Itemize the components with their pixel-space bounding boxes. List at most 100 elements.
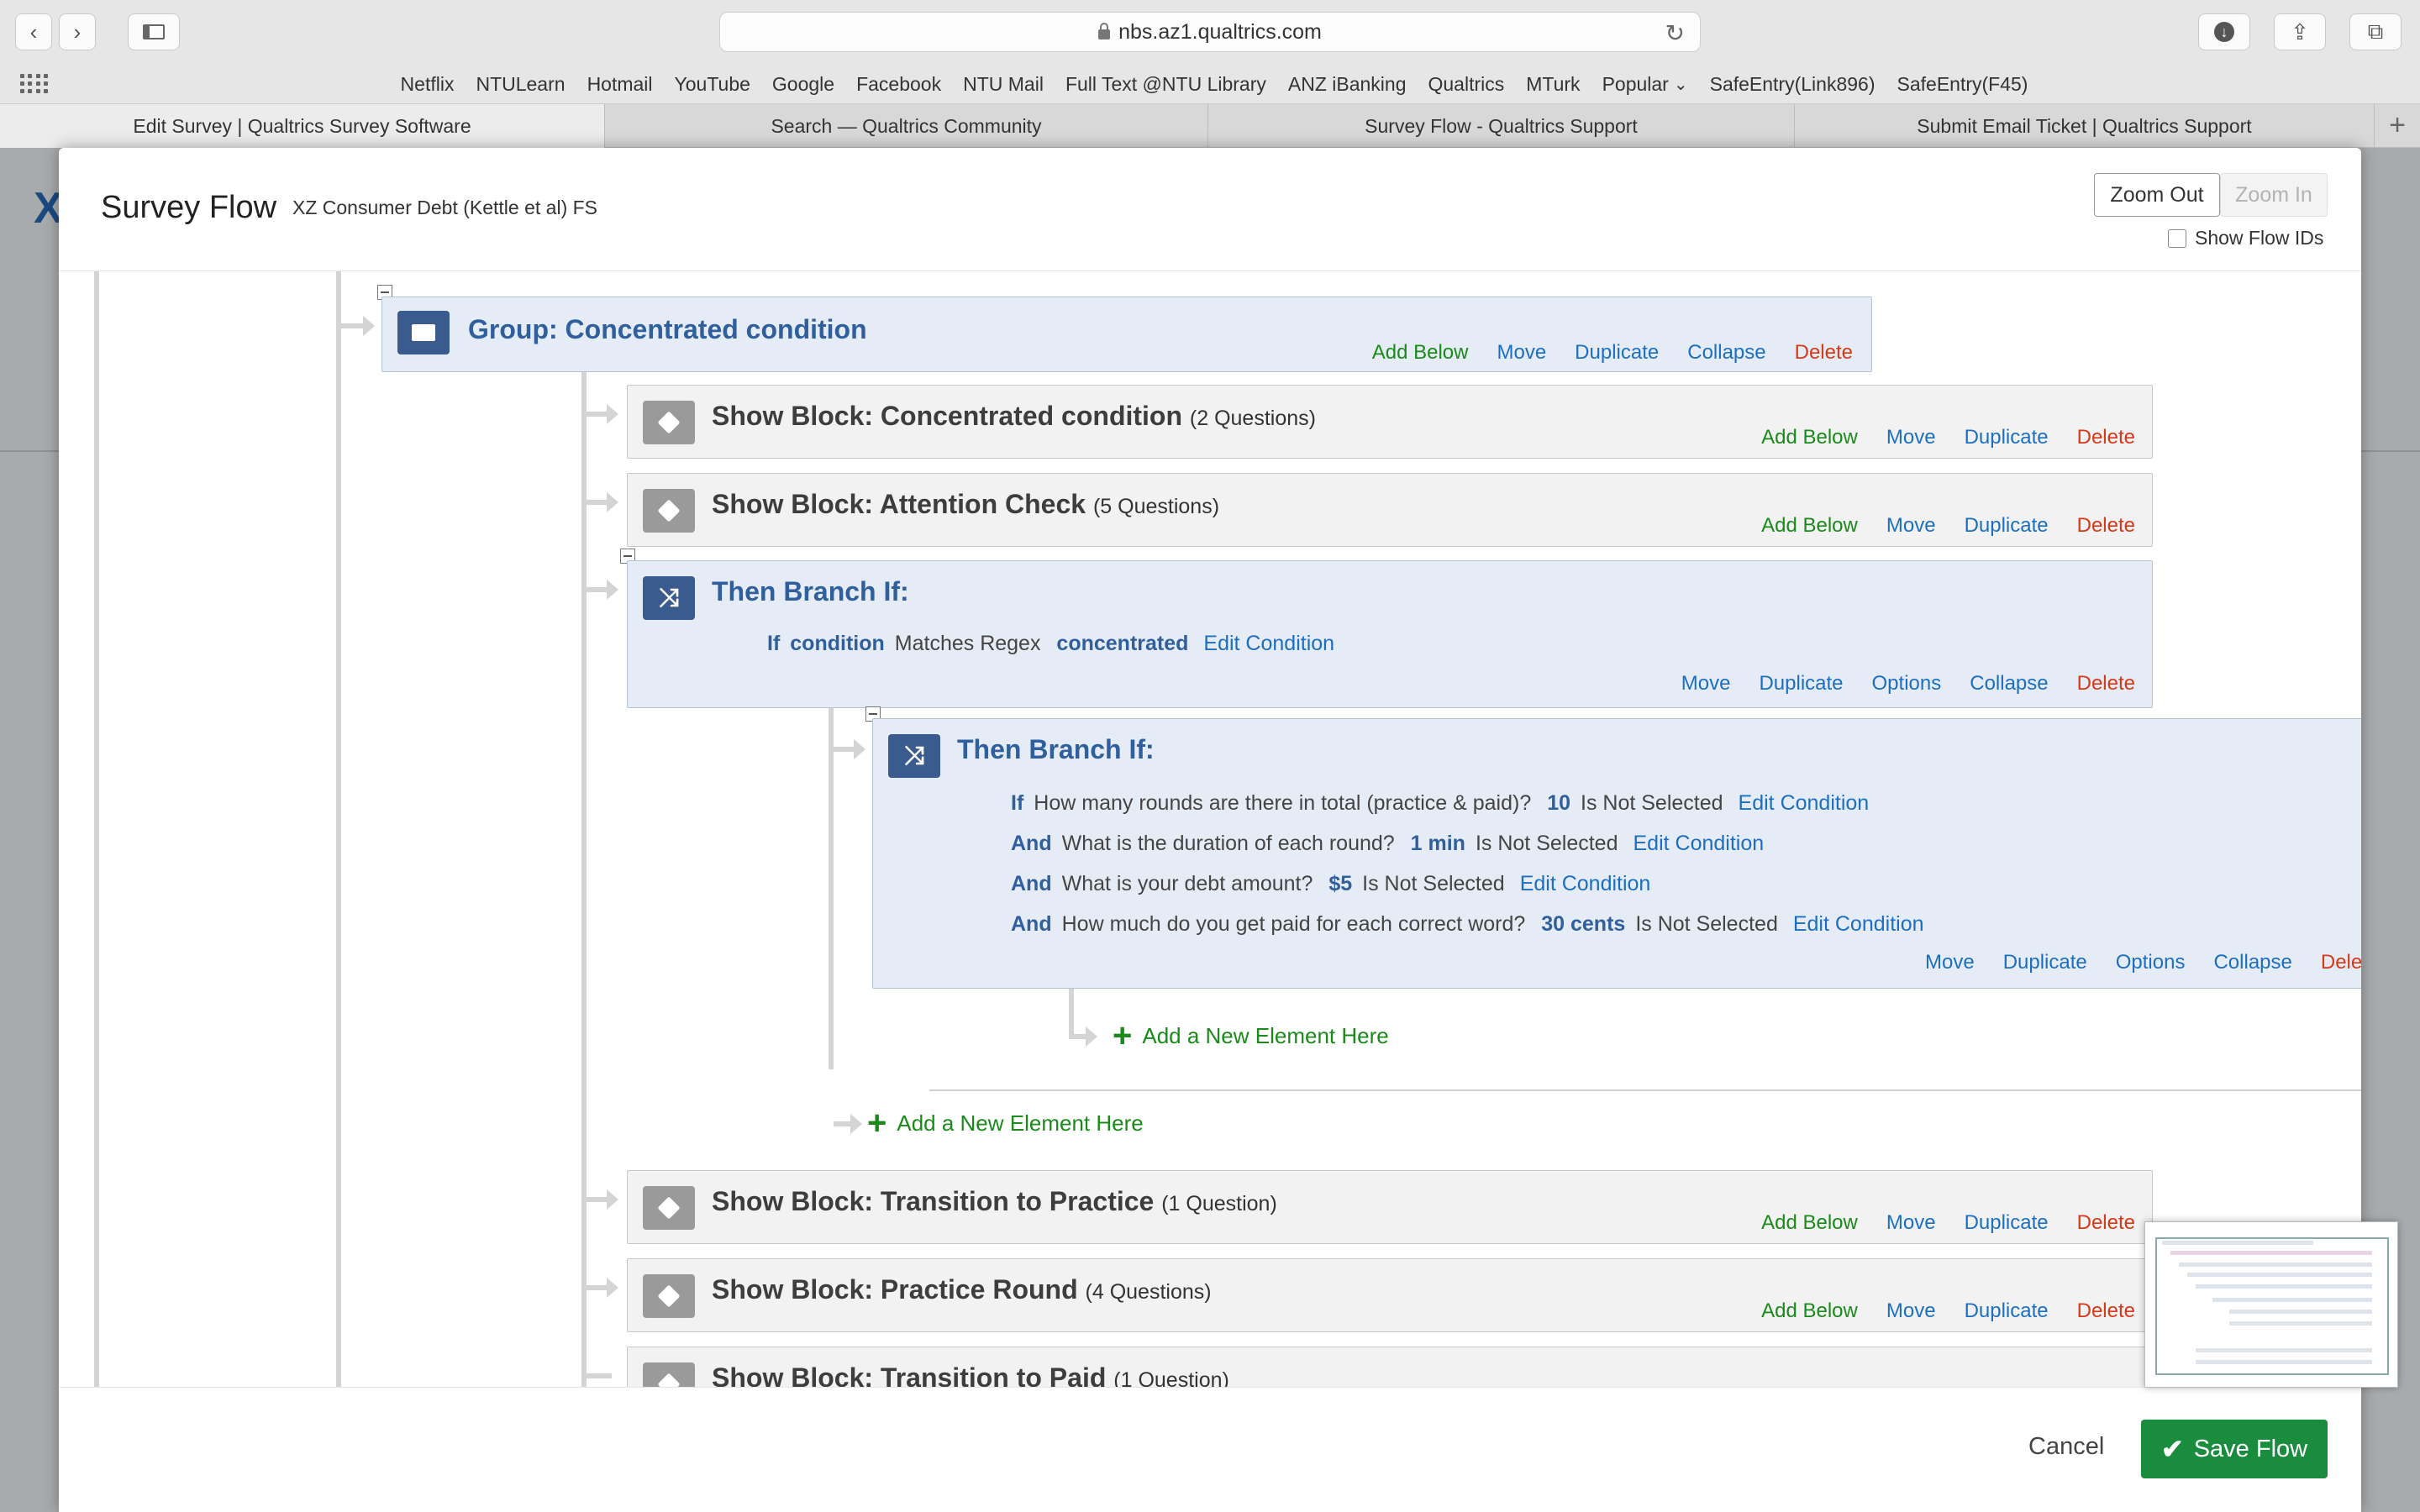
edit-condition-link[interactable]: Edit Condition [1739, 791, 1870, 815]
branch-condition: And What is the duration of each round? 1… [1011, 832, 1765, 855]
favorite-link[interactable]: SafeEntry(F45) [1897, 73, 2028, 96]
branch-condition: And What is your debt amount? $5 Is Not Se… [1011, 872, 1651, 895]
add-new-element-button[interactable]: + Add a New Element Here [1113, 1019, 1389, 1053]
new-tab-button[interactable]: + [2375, 104, 2420, 147]
block-title: Show Block: Attention Check (5 Questions… [712, 489, 1220, 519]
chevron-down-icon: ⌄ [1673, 75, 1688, 94]
flow-arrow-icon [607, 404, 618, 424]
move-button[interactable]: Move [1886, 426, 1936, 449]
flow-minimap[interactable] [2144, 1221, 2398, 1388]
duplicate-button[interactable]: Duplicate [1965, 1299, 2049, 1323]
move-button[interactable]: Move [1497, 341, 1546, 365]
duplicate-button[interactable]: Duplicate [2003, 951, 2087, 974]
favorite-link[interactable]: Google [772, 73, 834, 96]
tab-email-ticket[interactable]: Submit Email Ticket | Qualtrics Support [1795, 104, 2375, 148]
group-title: Group: Concentrated condition [468, 314, 867, 344]
downloads-button[interactable]: ↓ [2198, 13, 2250, 50]
collapse-button[interactable]: Collapse [2213, 951, 2291, 974]
delete-button[interactable]: Delete [2077, 672, 2135, 696]
branch-condition: If condition Matches Regex concentrated Edi… [767, 632, 1335, 655]
flow-line [1069, 989, 1074, 1039]
branch-condition: And How much do you get paid for each cor… [1011, 912, 1924, 936]
add-below-button[interactable]: Add Below [1761, 426, 1858, 449]
delete-button[interactable]: Delete [2077, 1211, 2135, 1235]
sidebar-toggle-button[interactable] [128, 13, 180, 50]
delete-button[interactable]: Delete [2077, 426, 2135, 449]
tab-qualtrics-community[interactable]: Search — Qualtrics Community [605, 104, 1208, 148]
share-button[interactable]: ⇪ [2274, 13, 2326, 50]
favorite-link[interactable]: Hotmail [587, 73, 653, 96]
edit-condition-link[interactable]: Edit Condition [1633, 832, 1764, 855]
download-icon: ↓ [2214, 22, 2234, 42]
collapse-button[interactable]: Collapse [1970, 672, 2048, 696]
duplicate-button[interactable]: Duplicate [1965, 514, 2049, 538]
move-button[interactable]: Move [1681, 672, 1731, 696]
flow-arrow-icon [854, 739, 865, 759]
delete-button[interactable]: Delete [1795, 341, 1853, 365]
duplicate-button[interactable]: Duplicate [1575, 341, 1659, 365]
edit-condition-link[interactable]: Edit Condition [1203, 632, 1334, 655]
flow-line [581, 372, 587, 1387]
reload-icon[interactable]: ↻ [1665, 19, 1685, 47]
favorite-link[interactable]: ANZ iBanking [1288, 73, 1407, 96]
tab-edit-survey[interactable]: Edit Survey | Qualtrics Survey Software [0, 104, 605, 148]
flow-canvas[interactable]: Group: Concentrated condition Add Below … [59, 270, 2361, 1388]
delete-button[interactable]: Delete [2077, 1299, 2135, 1323]
add-below-button[interactable]: Add Below [1372, 341, 1469, 365]
address-bar[interactable]: nbs.az1.qualtrics.com ↻ [719, 12, 1701, 52]
move-button[interactable]: Move [1886, 1299, 1936, 1323]
flow-connector [587, 1373, 612, 1378]
edit-condition-link[interactable]: Edit Condition [1793, 912, 1924, 936]
favorite-link[interactable]: Full Text @NTU Library [1065, 73, 1266, 96]
show-flow-ids-label: Show Flow IDs [2195, 227, 2324, 249]
branch-icon: ⤨ [643, 576, 695, 620]
delete-button[interactable]: Dele [2321, 951, 2361, 974]
favorite-link[interactable]: YouTube [675, 73, 750, 96]
flow-connector [1069, 1034, 1087, 1039]
favorite-link[interactable]: MTurk [1526, 73, 1580, 96]
edit-condition-link[interactable]: Edit Condition [1520, 872, 1651, 895]
duplicate-button[interactable]: Duplicate [1759, 672, 1843, 696]
cancel-button[interactable]: Cancel [2028, 1433, 2104, 1461]
duplicate-button[interactable]: Duplicate [1965, 1211, 2049, 1235]
delete-button[interactable]: Delete [2077, 514, 2135, 538]
block-cube-icon [643, 401, 695, 444]
favorite-link[interactable]: Qualtrics [1428, 73, 1505, 96]
add-below-button[interactable]: Add Below [1761, 1299, 1858, 1323]
branch-title: Then Branch If: [712, 576, 909, 606]
add-below-button[interactable]: Add Below [1761, 1211, 1858, 1235]
branch-element: ⤨ Then Branch If: If How many rounds are … [872, 718, 2361, 989]
forward-button[interactable]: › [59, 13, 96, 50]
favorites-bar: Netflix NTULearn Hotmail YouTube Google Faceb… [0, 64, 2420, 104]
save-flow-button[interactable]: ✔ Save Flow [2141, 1420, 2328, 1478]
move-button[interactable]: Move [1925, 951, 1975, 974]
favorite-link[interactable]: SafeEntry(Link896) [1710, 73, 1876, 96]
flow-arrow-icon [607, 580, 618, 600]
add-new-element-button[interactable]: + Add a New Element Here [867, 1106, 1144, 1140]
add-below-button[interactable]: Add Below [1761, 514, 1858, 538]
favorite-link[interactable]: Facebook [856, 73, 941, 96]
favorite-link[interactable]: NTU Mail [963, 73, 1044, 96]
minimap-viewport[interactable] [2155, 1237, 2389, 1375]
block-actions: Add Below Move Duplicate Delete [1761, 1299, 2135, 1323]
collapse-button[interactable]: Collapse [1687, 341, 1765, 365]
show-flow-ids-checkbox[interactable] [2168, 228, 2186, 248]
flow-line [829, 708, 834, 1069]
options-button[interactable]: Options [1872, 672, 1942, 696]
favorite-link[interactable]: Popular [1602, 73, 1669, 96]
duplicate-button[interactable]: Duplicate [1965, 426, 2049, 449]
zoom-out-button[interactable]: Zoom Out [2094, 173, 2220, 217]
back-button[interactable]: ‹ [15, 13, 52, 50]
options-button[interactable]: Options [2116, 951, 2186, 974]
zoom-in-button[interactable]: Zoom In [2220, 173, 2328, 217]
move-button[interactable]: Move [1886, 1211, 1936, 1235]
show-flow-ids-toggle[interactable]: Show Flow IDs [2168, 227, 2323, 249]
favorites-list: Netflix NTULearn Hotmail YouTube Google Faceb… [0, 64, 2420, 104]
tab-overview-button[interactable]: ⧉ [2349, 13, 2402, 50]
tab-survey-flow-support[interactable]: Survey Flow - Qualtrics Support [1208, 104, 1795, 148]
favorite-link[interactable]: Netflix [401, 73, 455, 96]
group-element: Group: Concentrated condition Add Below … [381, 297, 1872, 372]
flow-arrow-icon [363, 316, 375, 336]
favorite-link[interactable]: NTULearn [476, 73, 565, 96]
move-button[interactable]: Move [1886, 514, 1936, 538]
